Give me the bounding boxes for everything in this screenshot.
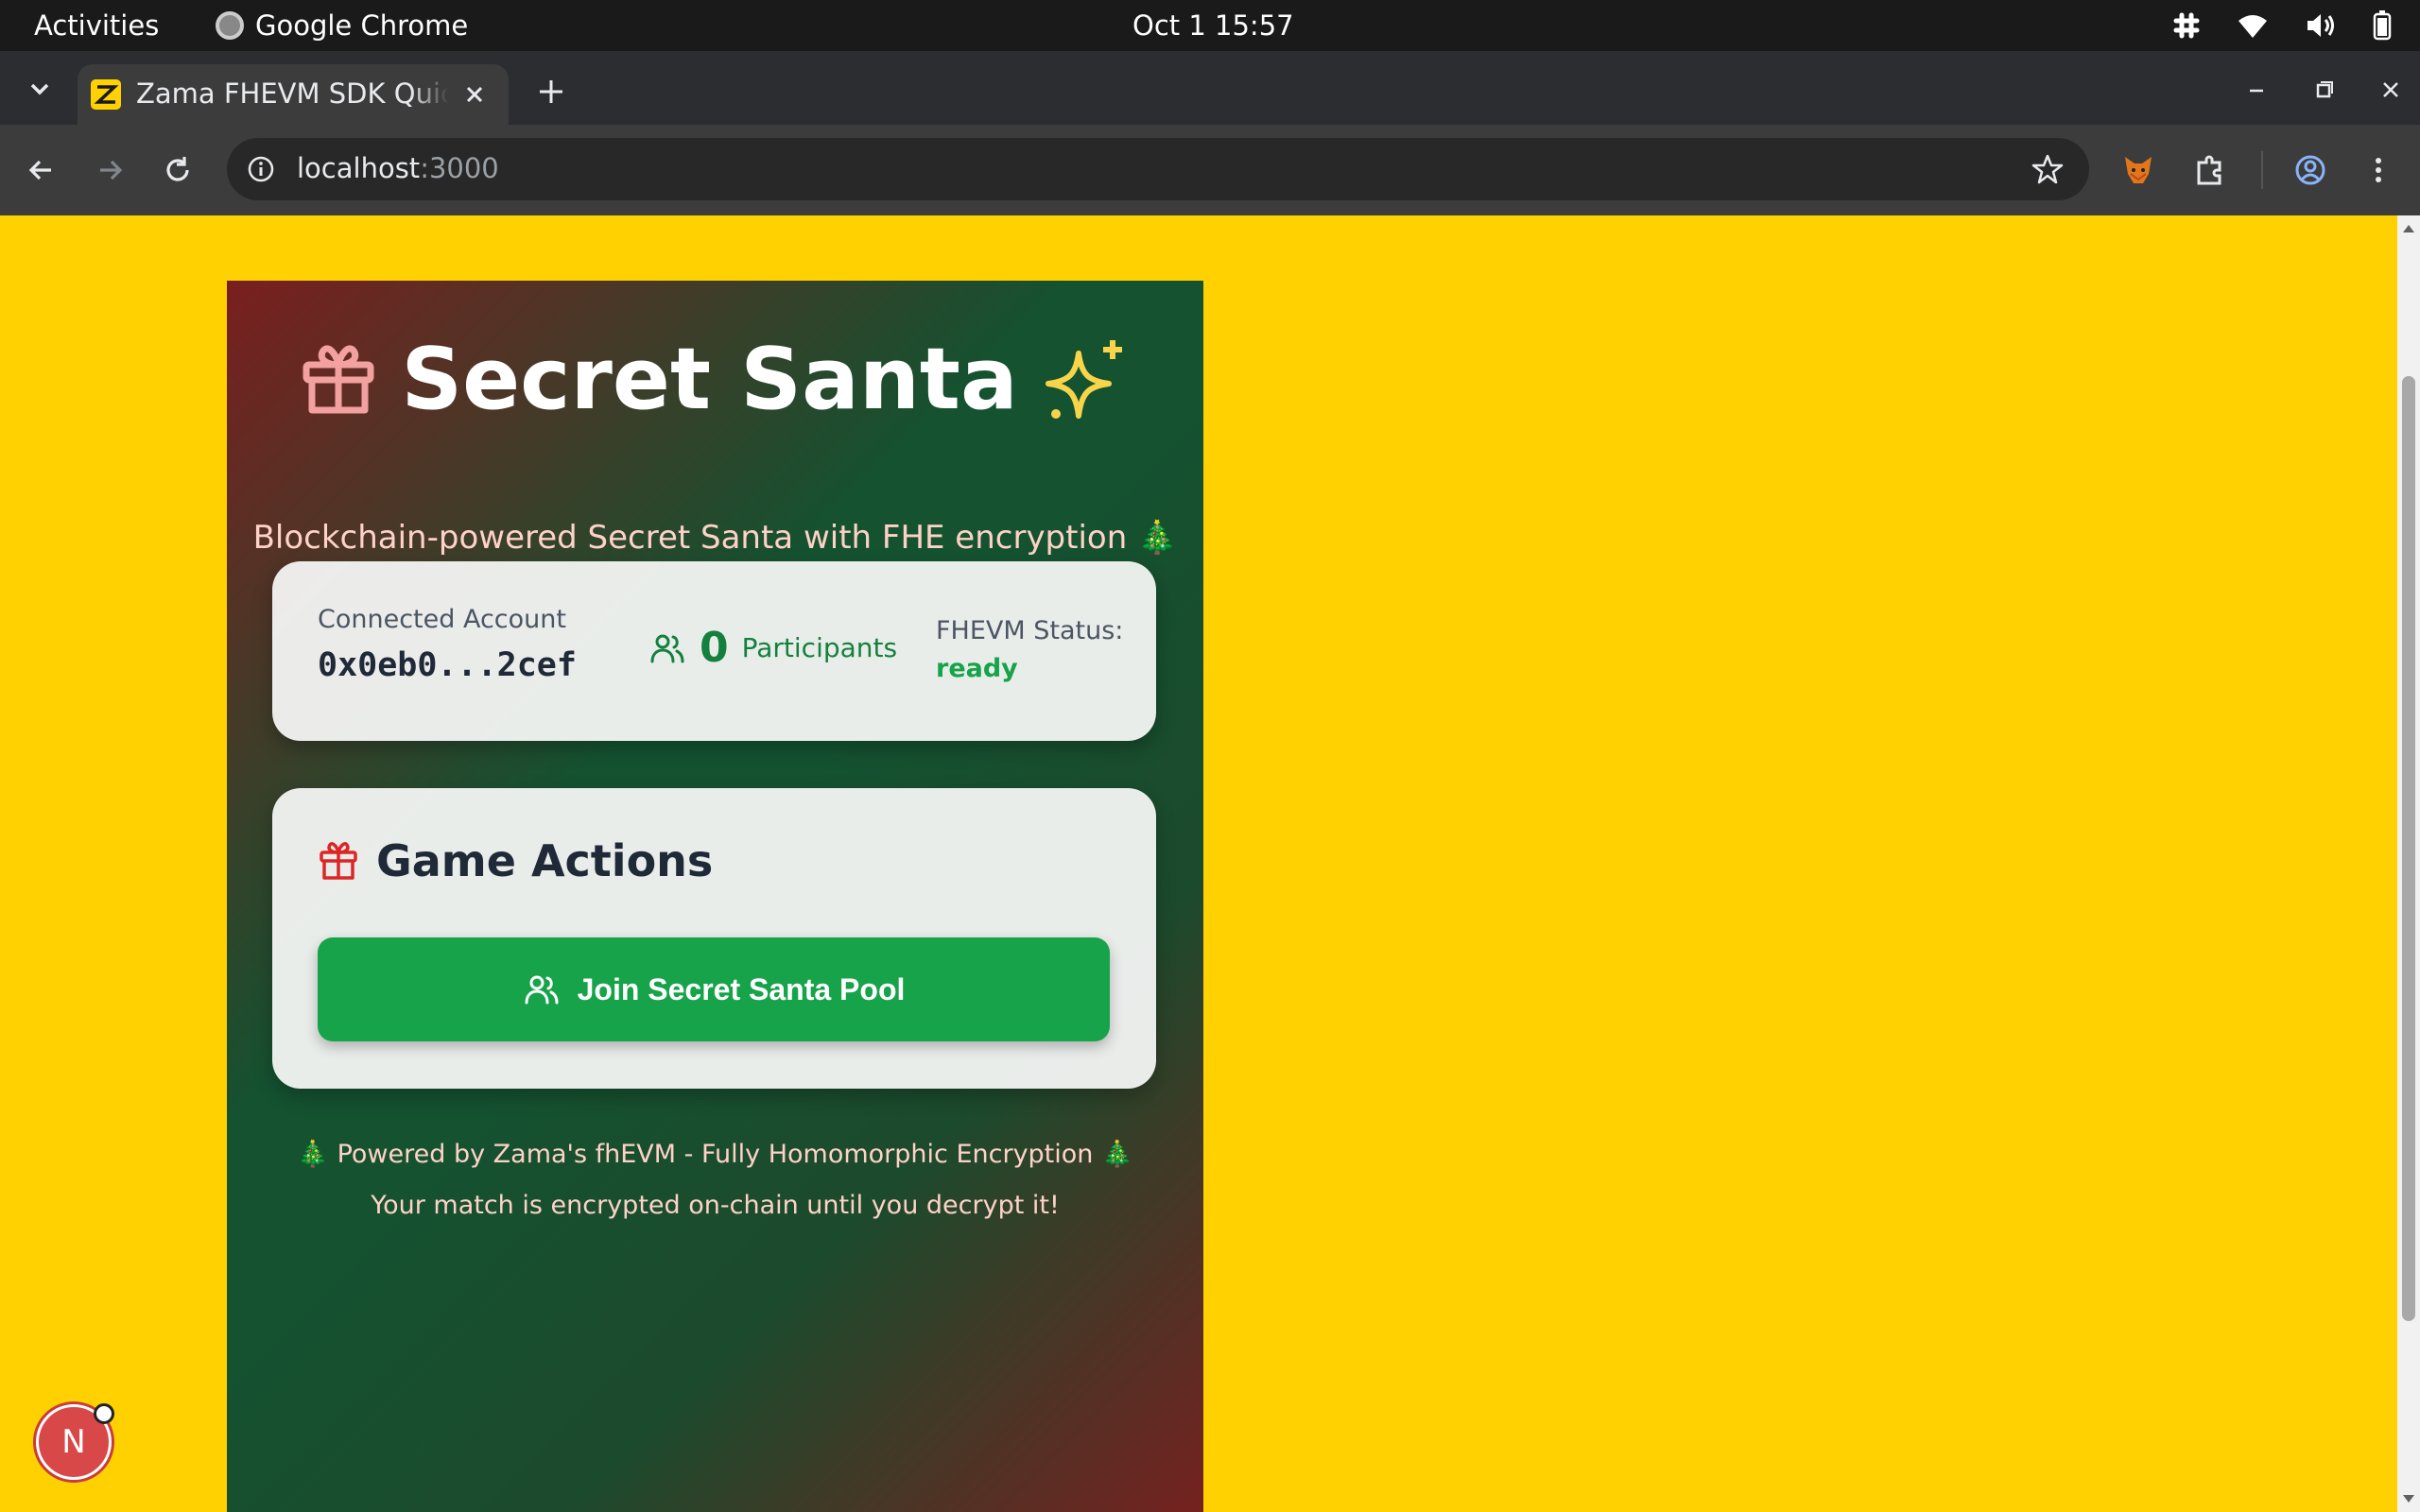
- page-scrollbar[interactable]: [2397, 215, 2420, 1512]
- chrome-menu-icon[interactable]: [2360, 151, 2397, 189]
- hero-header: Secret Santa: [227, 330, 1203, 429]
- dev-badge-letter: N: [61, 1423, 86, 1461]
- users-icon: [650, 634, 684, 662]
- scroll-up-arrow-icon[interactable]: [2403, 225, 2414, 232]
- tab-strip: Zama FHEVM SDK Quickstart: [0, 51, 2420, 125]
- bookmark-star-icon[interactable]: [2031, 152, 2065, 186]
- toolbar-divider: [2261, 151, 2263, 189]
- fhevm-status-label: FHEVM Status:: [936, 616, 1124, 645]
- chrome-icon: [216, 11, 244, 40]
- page-viewport: Secret Santa Blockchain-powered Secret S…: [0, 215, 2397, 1512]
- nextjs-dev-badge[interactable]: N: [36, 1403, 114, 1480]
- gift-icon: [302, 345, 374, 413]
- users-icon: [525, 975, 559, 1005]
- page-title: Secret Santa: [401, 330, 1018, 429]
- address-bar[interactable]: localhost:3000: [227, 138, 2089, 200]
- zama-favicon-icon: [91, 79, 121, 110]
- tab-active[interactable]: Zama FHEVM SDK Quickstart: [78, 64, 509, 125]
- game-actions-card: Game Actions Join Secret Santa Pool: [272, 788, 1156, 1089]
- secret-santa-panel: Secret Santa Blockchain-powered Secret S…: [227, 281, 1203, 1512]
- forward-icon[interactable]: [91, 151, 129, 189]
- participants-count: 0: [700, 624, 729, 672]
- footer-encryption-note: Your match is encrypted on-chain until y…: [371, 1191, 1060, 1220]
- reload-icon[interactable]: [159, 151, 197, 189]
- join-pool-button[interactable]: Join Secret Santa Pool: [318, 937, 1110, 1041]
- participants-label: Participants: [741, 632, 898, 663]
- minimize-icon[interactable]: [2240, 74, 2273, 106]
- account-address: 0x0eb0...2cef: [318, 646, 577, 684]
- connected-account-label: Connected Account: [318, 605, 566, 634]
- activities-button[interactable]: Activities: [34, 9, 159, 42]
- back-icon[interactable]: [23, 151, 60, 189]
- clock[interactable]: Oct 1 15:57: [1132, 9, 1294, 42]
- footer-powered-by: 🎄 Powered by Zama's fhEVM - Fully Homomo…: [297, 1140, 1133, 1169]
- volume-icon: [2308, 14, 2334, 37]
- system-tray[interactable]: [2172, 8, 2392, 43]
- game-actions-title: Game Actions: [376, 835, 714, 886]
- tab-title: Zama FHEVM SDK Quickstart: [136, 77, 448, 110]
- close-tab-icon[interactable]: [459, 79, 490, 110]
- subtitle: Blockchain-powered Secret Santa with FHE…: [252, 519, 1178, 557]
- profile-avatar-icon[interactable]: [2291, 151, 2329, 189]
- participants-counter: 0 Participants: [648, 624, 897, 672]
- game-actions-heading: Game Actions: [318, 835, 713, 886]
- tab-search-chevron-icon[interactable]: [23, 72, 57, 106]
- site-info-icon[interactable]: [246, 154, 276, 184]
- browser-toolbar: localhost:3000: [0, 125, 2420, 215]
- url-text[interactable]: localhost:3000: [297, 152, 499, 184]
- battery-icon: [2373, 10, 2392, 41]
- page-title-row: Secret Santa: [299, 330, 1131, 429]
- slack-icon: [2173, 12, 2200, 39]
- dev-badge-indicator: [94, 1403, 114, 1424]
- close-window-icon[interactable]: [2375, 74, 2407, 106]
- scroll-thumb[interactable]: [2402, 376, 2415, 1321]
- new-tab-icon[interactable]: [533, 74, 569, 110]
- join-pool-label: Join Secret Santa Pool: [577, 971, 906, 1006]
- app-menu[interactable]: Google Chrome: [216, 9, 468, 42]
- os-top-bar: Activities Google Chrome Oct 1 15:57: [0, 0, 2420, 51]
- metamask-fox-icon[interactable]: [2119, 151, 2157, 189]
- wifi-icon: [2238, 15, 2267, 38]
- restore-icon[interactable]: [2308, 74, 2341, 106]
- gift-small-icon: [320, 842, 357, 880]
- fhevm-status-value: ready: [936, 654, 1018, 683]
- account-card: Connected Account 0x0eb0...2cef 0 Partic…: [272, 561, 1156, 741]
- extensions-puzzle-icon[interactable]: [2191, 151, 2229, 189]
- sparkles-icon: [1045, 339, 1122, 419]
- scroll-down-arrow-icon[interactable]: [2403, 1495, 2414, 1503]
- app-name: Google Chrome: [255, 9, 469, 42]
